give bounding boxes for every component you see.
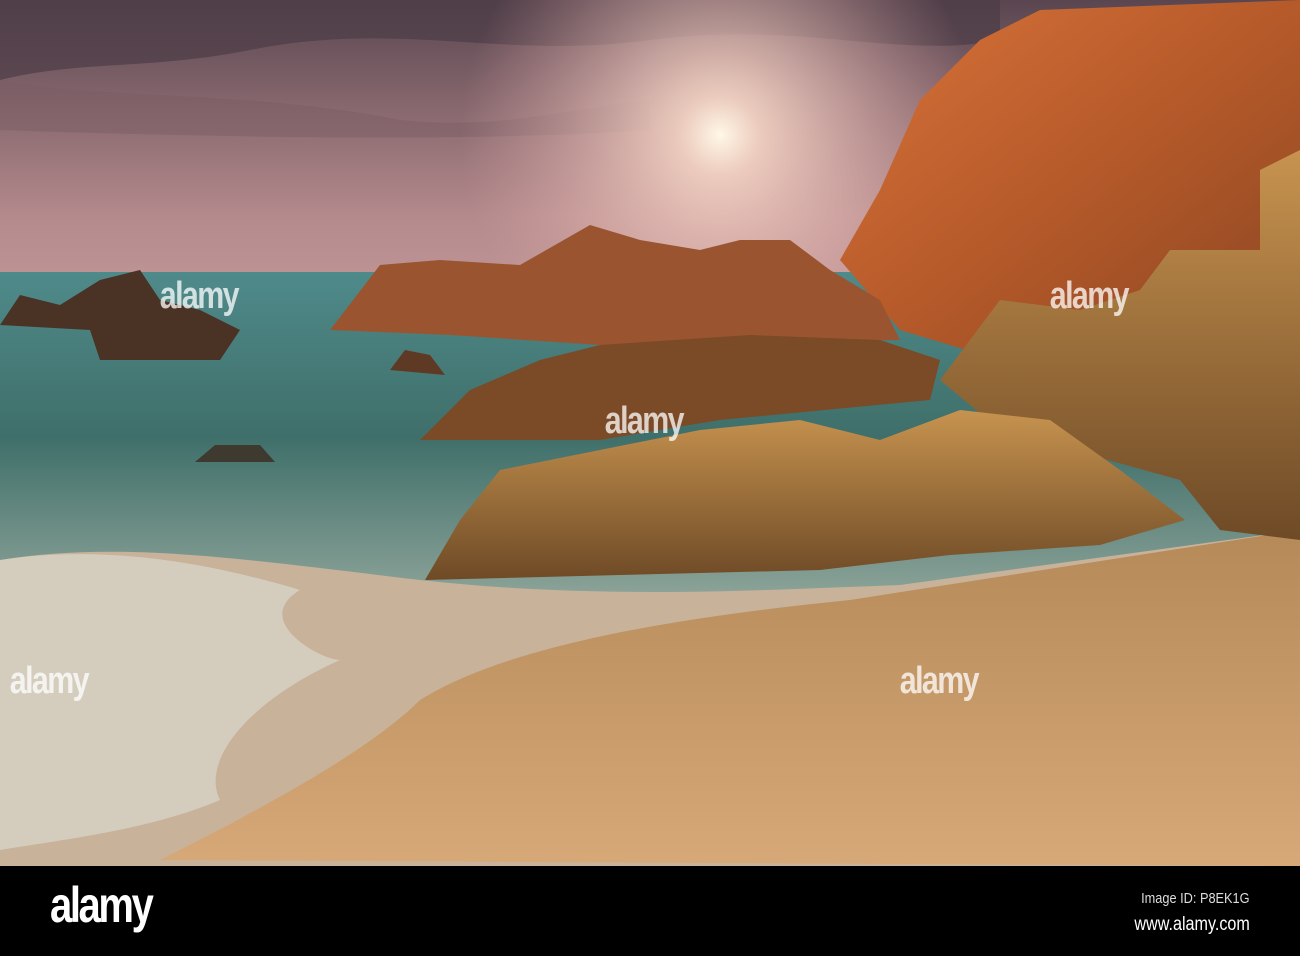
image-id: Image ID: P8EK1G (1141, 890, 1250, 907)
watermark: alamy (899, 660, 980, 702)
alamy-logo[interactable]: alamy (50, 876, 154, 934)
watermark: alamy (9, 660, 90, 702)
website-link[interactable]: www.alamy.com (1135, 914, 1250, 936)
watermark: alamy (604, 400, 685, 442)
watermark: alamy (1049, 275, 1130, 317)
watermark: alamy (159, 275, 240, 317)
footer-bar: alamy Image ID: P8EK1G www.alamy.com (0, 866, 1300, 956)
stock-photo-page: alamy alamy alamy alamy alamy alamy Imag… (0, 0, 1300, 956)
